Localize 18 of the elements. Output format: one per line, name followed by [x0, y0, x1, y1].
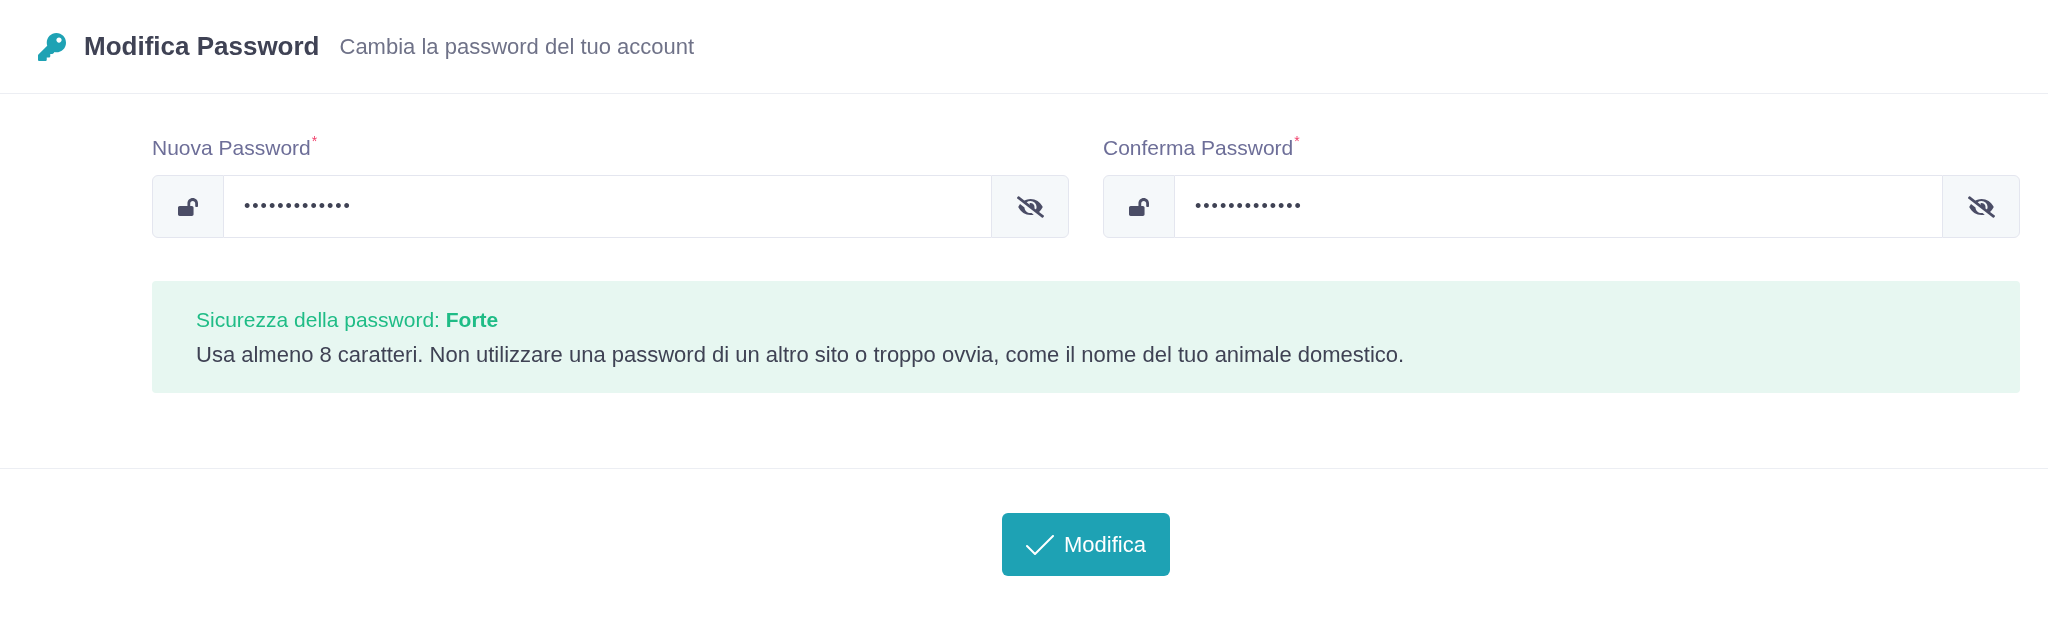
field-label: Conferma Password	[1103, 135, 1294, 161]
eye-slash-icon	[1967, 195, 1995, 218]
required-mark: *	[311, 134, 318, 148]
password-input[interactable]: •••••••••••••	[224, 175, 991, 238]
key-icon	[38, 32, 66, 61]
required-mark: *	[1294, 134, 1300, 148]
eye-slash-icon	[1016, 195, 1044, 218]
page-subtitle: Cambia la password del tuo account	[339, 33, 695, 61]
visibility-toggle-button[interactable]	[1942, 175, 2020, 238]
check-icon	[1026, 534, 1055, 555]
unlocked-padlock-icon	[1129, 196, 1149, 217]
password-advice-text: Usa almeno 8 caratteri. Non utilizzare una password di un altro sito o troppo ovvia, come il nome del tuo animale domestico.	[196, 340, 1405, 369]
field-label: Nuova Password	[152, 135, 311, 161]
unlocked-padlock-icon	[178, 196, 198, 217]
page-title: Modifica Password	[84, 30, 320, 63]
password-input[interactable]: •••••••••••••	[1175, 175, 1942, 238]
strength-label: Sicurezza della password: Forte	[196, 306, 499, 333]
visibility-toggle-button[interactable]	[991, 175, 1069, 238]
